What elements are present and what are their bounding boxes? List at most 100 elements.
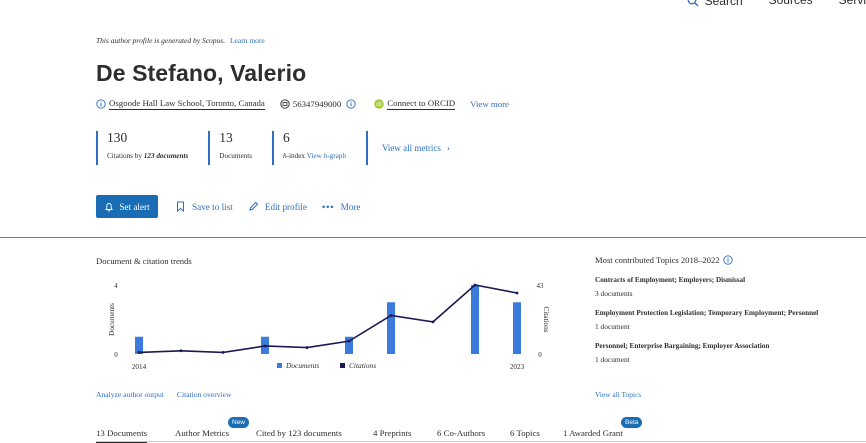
tab-co-authors[interactable]: 6 Co-Authors [437,428,485,438]
tab-preprints[interactable]: 4 Preprints [373,428,411,438]
legend-label-citations: Citations [349,361,376,370]
citations-point [347,339,351,343]
view-h-graph-link[interactable]: View h-graph [307,152,346,160]
y-tick-label: 0 [114,351,118,359]
nav-sources[interactable]: Sources [769,0,813,9]
chevron-right-icon: › [446,143,450,153]
citations-point [179,349,183,353]
save-to-list-label: Save to list [192,201,233,212]
info-icon[interactable] [722,255,733,265]
view-all-topics-link[interactable]: View all Topics [595,390,641,399]
search-icon [687,0,699,7]
bell-icon [105,202,114,211]
legend-swatch-citations [340,363,345,368]
topic-docs: 1 document [595,322,630,331]
save-to-list-button[interactable]: Save to list [175,201,233,212]
citations-metric[interactable]: 130 Citations by 123 documents [96,131,188,165]
more-label: More [340,201,361,212]
citations-point [137,350,141,354]
legend-label-documents: Documents [285,361,319,370]
citations-point [389,314,393,317]
tab-awarded-grant[interactable]: 1 Awarded Grant [563,428,623,438]
svg-text:iD: iD [377,102,382,108]
documents-count: 13 [219,130,233,145]
notice-text: This author profile is generated by Scop… [96,36,226,45]
hindex-metric: 6 h-index View h-graph [272,131,346,165]
citations-label: Citations by 123 documents [107,152,189,160]
citations-line [138,284,518,354]
view-more-link[interactable]: View more [470,99,509,109]
citations-point [431,320,435,324]
citations-point [263,344,267,348]
trends-chart: 4 0 Documents 43 0 Citations 2014 2023 Documents… [96,275,566,385]
tab-topics[interactable]: 6 Topics [510,428,540,438]
y-axis-label: Documents [108,303,116,336]
nav-search-label: Search [704,0,743,8]
legend-swatch-documents [277,363,282,368]
profile-tabs: 13 Documents Author Metrics New Cited by… [0,417,866,443]
set-alert-label: Set alert [119,201,150,212]
citations-count: 130 [107,130,128,145]
view-all-metrics[interactable]: View all metrics › [365,131,450,165]
topic-docs: 1 document [595,355,630,364]
analyze-output-link[interactable]: Analyze author output [96,390,164,399]
nav-search[interactable]: Search [687,0,743,9]
learn-more-link[interactable]: Learn more [230,36,265,45]
documents-bar [513,302,521,354]
top-nav: Search Sources Servi [687,0,866,9]
action-bar: Set alert Save to list Edit profile ••• … [96,195,376,218]
y-tick-label: 4 [114,282,118,290]
pencil-icon [249,201,259,211]
x-tick-label: 2014 [132,363,147,371]
id-icon [280,99,290,109]
citations-point [221,350,225,354]
chart-links: Analyze author output Citation overview [96,390,232,399]
trends-title: Document & citation trends [96,256,192,266]
y2-tick-label: 43 [537,282,545,290]
set-alert-button[interactable]: Set alert [96,195,158,218]
view-all-metrics-link[interactable]: View all metrics [382,143,441,153]
topic-name: Employment Protection Legislation; Tempo… [595,309,819,317]
info-icon [96,99,106,109]
tab-author-metrics[interactable]: Author Metrics [175,428,229,438]
trends-chart-svg: 4 0 Documents 43 0 Citations 2014 2023 Documents… [108,282,550,371]
hindex-label: h-index View h-graph [283,152,346,160]
y2-tick-label: 0 [538,351,542,359]
tab-cited-by[interactable]: Cited by 123 documents [256,428,342,438]
y2-axis-label: Citations [542,307,550,333]
nav-more[interactable]: Servi [839,0,866,9]
orcid-icon: iD [374,99,385,109]
affiliation-link[interactable]: Osgoode Hall Law School, Toronto, Canada [109,98,265,110]
connect-orcid-link[interactable]: Connect to ORCID [387,98,456,110]
citations-point [515,291,519,295]
author-name: De Stefano, Valerio [96,60,307,86]
section-divider [0,237,866,238]
documents-metric[interactable]: 13 Documents [208,131,252,165]
topic-item[interactable]: Personnel; Enterprise Bargaining; Employ… [595,342,865,364]
x-tick-label: 2023 [510,363,525,371]
documents-bar [387,302,395,354]
edit-profile-button[interactable]: Edit profile [248,201,307,212]
citation-overview-link[interactable]: Citation overview [177,390,232,399]
topic-item[interactable]: Contracts of Employment; Employers; Dism… [595,276,865,298]
info-icon[interactable] [346,99,356,109]
topic-docs: 3 documents [595,289,633,298]
scopus-id: 56347949000 [292,99,342,109]
more-dots-icon: ••• [321,201,335,212]
citations-point [473,283,477,287]
topics-panel: Most contributed Topics 2018–2022 Contra… [595,255,865,399]
citations-point [305,346,309,349]
author-meta: Osgoode Hall Law School, Toronto, Canada… [96,97,509,111]
beta-badge: Beta [621,417,643,428]
topic-name: Contracts of Employment; Employers; Dism… [595,276,746,284]
edit-profile-label: Edit profile [264,201,307,212]
new-badge: New [228,417,250,428]
topic-name: Personnel; Enterprise Bargaining; Employ… [595,342,770,350]
hindex-value: 6 [283,130,290,145]
topic-item[interactable]: Employment Protection Legislation; Tempo… [595,309,865,331]
tabs-underline [96,441,866,442]
more-button[interactable]: ••• More [322,202,361,212]
profile-notice: This author profile is generated by Scop… [96,36,265,45]
documents-bar [471,285,479,354]
documents-label: Documents [219,152,253,160]
